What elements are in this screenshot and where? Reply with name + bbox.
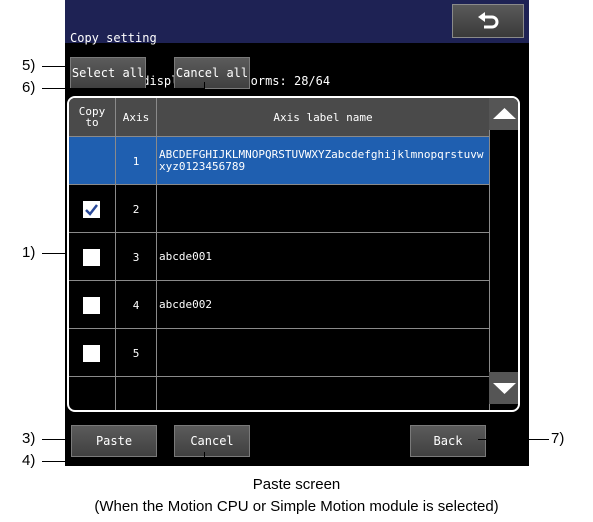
table-row-axis-3[interactable]: 3 abcde001 (69, 232, 489, 280)
leader-line (478, 439, 549, 440)
leader-line (42, 88, 204, 89)
table-row-empty (69, 376, 489, 410)
header-axis: Axis (122, 110, 150, 124)
copy-to-checkbox[interactable] (83, 201, 100, 218)
axis-label (157, 185, 487, 233)
copy-to-checkbox[interactable] (83, 297, 100, 314)
back-button[interactable]: Back (410, 425, 486, 457)
header-axis-label-name: Axis label name (273, 110, 373, 124)
column-divider (156, 98, 157, 410)
scroll-down-button[interactable] (489, 372, 518, 404)
checkmark-icon (85, 204, 98, 216)
axis-table: Copy to Axis Axis label name 1 ABCDEFGHI… (67, 96, 520, 412)
select-all-button[interactable]: Select all (70, 57, 146, 89)
caption-subtitle: (When the Motion CPU or Simple Motion mo… (94, 498, 499, 515)
axis-label: abcde001 (159, 250, 212, 263)
column-divider (489, 98, 490, 410)
column-divider (115, 98, 116, 410)
axis-number: 2 (132, 202, 140, 216)
scroll-up-button[interactable] (489, 98, 518, 130)
callout-3: 3) (22, 430, 36, 447)
return-button[interactable] (452, 4, 524, 38)
triangle-down-icon (493, 383, 516, 394)
axis-number: 4 (132, 298, 140, 312)
callout-7: 7) (551, 430, 565, 447)
callout-6: 6) (22, 79, 36, 96)
return-arrow-icon (478, 12, 499, 29)
caption-title: Paste screen (252, 476, 341, 493)
axis-label: ABCDEFGHIJKLMNOPQRSTUVWXYZabcdefghijklmn… (159, 148, 484, 173)
callout-5: 5) (22, 57, 36, 74)
leader-line (42, 461, 204, 462)
copy-to-checkbox[interactable] (83, 249, 100, 266)
leader-line (42, 439, 71, 440)
table-row-axis-4[interactable]: 4 abcde002 (69, 280, 489, 328)
axis-number: 1 (132, 154, 140, 168)
triangle-up-icon (493, 108, 516, 119)
axis-label (157, 329, 487, 377)
table-row-axis-1[interactable]: 1 ABCDEFGHIJKLMNOPQRSTUVWXYZabcdefghijkl… (69, 136, 489, 184)
title-line-1: Copy setting (70, 31, 157, 45)
paste-button[interactable]: Paste (71, 425, 157, 457)
axis-number: 3 (132, 250, 140, 264)
table-row-axis-5[interactable]: 5 (69, 328, 489, 376)
table-row-axis-2[interactable]: 2 (69, 184, 489, 232)
leader-line (204, 452, 205, 462)
cancel-all-button[interactable]: Cancel all (174, 57, 250, 89)
axis-label: abcde002 (159, 298, 212, 311)
axis-number: 5 (132, 346, 140, 360)
leader-line (42, 253, 67, 254)
leader-line (42, 66, 70, 67)
copy-to-checkbox[interactable] (83, 345, 100, 362)
header-copy-to: Copy to (78, 105, 106, 129)
table-header: Copy to Axis Axis label name (69, 98, 489, 136)
callout-1: 1) (22, 244, 36, 261)
callout-4: 4) (22, 452, 36, 469)
cancel-button[interactable]: Cancel (174, 425, 250, 457)
leader-line (204, 82, 205, 89)
